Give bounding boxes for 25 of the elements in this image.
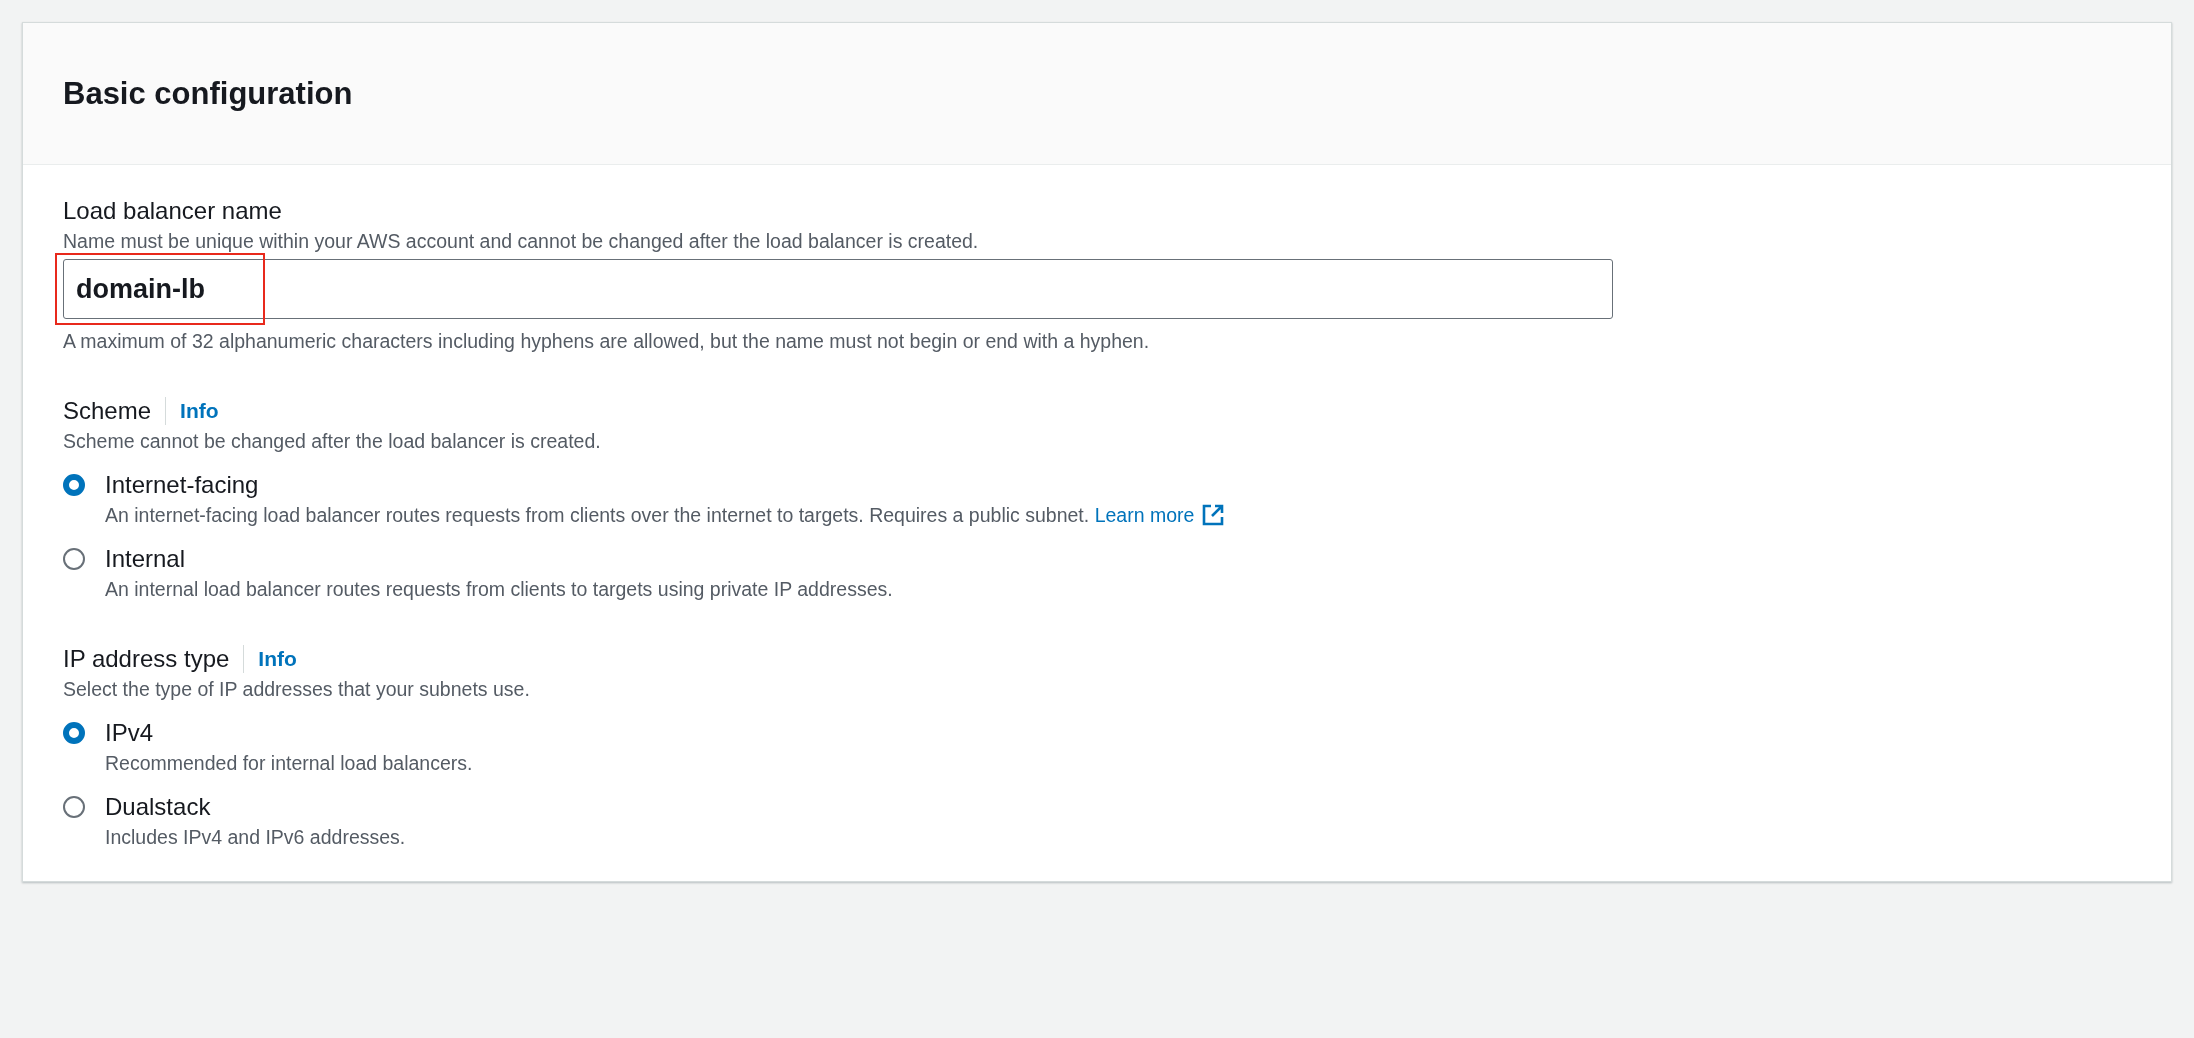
panel-title: Basic configuration [63,75,353,112]
radio-button[interactable] [63,548,85,570]
group-description: Scheme cannot be changed after the load balancer is created. [63,429,602,454]
group-description: Select the type of IP addresses that your subnets use. [63,677,531,702]
name-input-field[interactable]: domain-lb [63,259,1613,319]
info-link[interactable]: Info [243,645,297,673]
option-description: Includes IPv4 and IPv6 addresses. [105,825,407,850]
info-link[interactable]: Info [165,397,219,425]
group-label: IP address type [63,644,230,674]
option-label: Internal [105,544,187,574]
field-description: Name must be unique within your AWS account and cannot be changed after the load balancer is created. [63,229,980,254]
radio-button[interactable] [63,796,85,818]
option-label: IPv4 [105,718,155,748]
option-description: Recommended for internal load balancers. [105,751,474,776]
radio-button[interactable] [63,474,85,496]
option-description: An internet-facing load balancer routes requests from clients over the internet to targets. Requires a public subnet. [105,504,1091,526]
option-description: An internal load balancer routes requests from clients to targets using private IP addresses. [105,577,894,602]
option-label: Dualstack [105,792,212,822]
group-label: Scheme [63,396,152,426]
external-link-icon[interactable] [1202,504,1225,526]
option-label: Internet-facing [105,470,260,500]
learn-more-link[interactable]: Learn more [1094,504,1195,526]
field-constraint: A maximum of 32 alphanumeric characters including hyphens are allowed, but the name must not begin or end with a hyphen. [63,329,1151,354]
field-label: Load balancer name [63,196,283,226]
radio-button[interactable] [63,722,85,744]
